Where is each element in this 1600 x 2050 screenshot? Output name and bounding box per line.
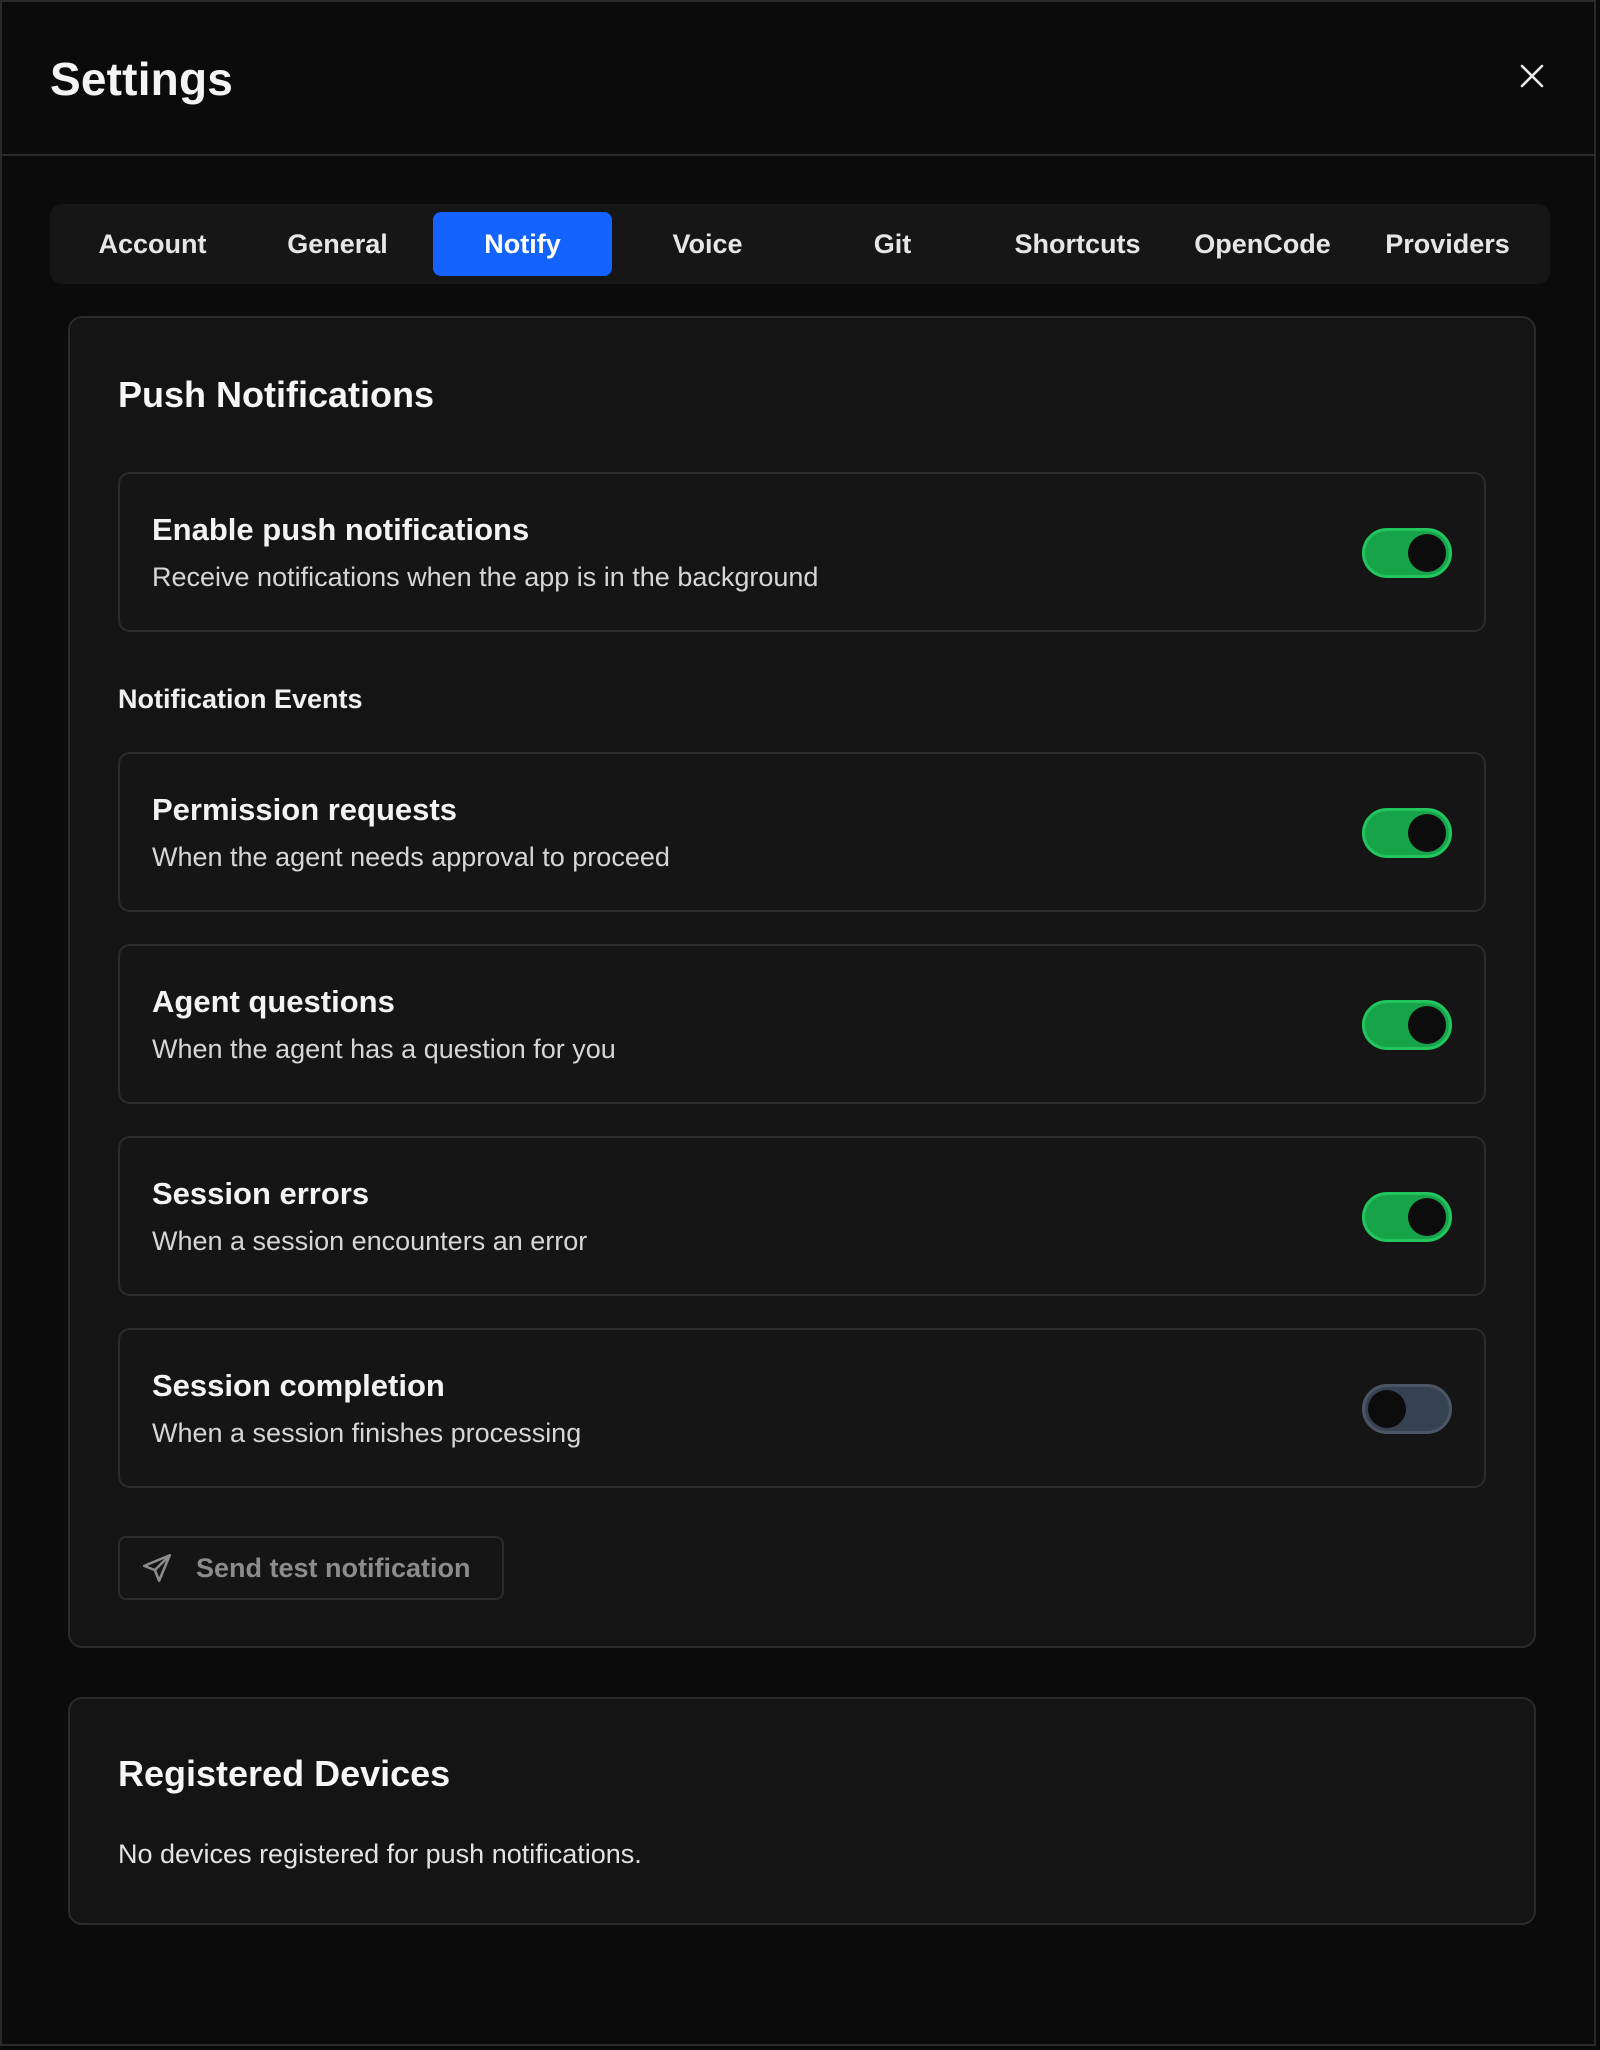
registered-devices-title: Registered Devices bbox=[118, 1753, 451, 1794]
row-title: Session errors bbox=[152, 1176, 370, 1211]
tab-shortcuts[interactable]: Shortcuts bbox=[988, 212, 1167, 276]
tab-git[interactable]: Git bbox=[803, 212, 982, 276]
session-completion-toggle[interactable] bbox=[1362, 1384, 1452, 1434]
session-errors-toggle[interactable] bbox=[1362, 1192, 1452, 1242]
row-description: When a session finishes processing bbox=[152, 1418, 582, 1448]
send-test-notification-label: Send test notification bbox=[196, 1552, 471, 1583]
row-title: Permission requests bbox=[152, 792, 457, 827]
tab-voice[interactable]: Voice bbox=[618, 212, 797, 276]
enable-push-row: Enable push notifications Receive notifi… bbox=[118, 472, 1486, 632]
agent-questions-row: Agent questions When the agent has a que… bbox=[118, 944, 1486, 1104]
tab-account[interactable]: Account bbox=[63, 212, 242, 276]
enable-push-toggle[interactable] bbox=[1362, 528, 1452, 578]
no-devices-text: No devices registered for push notificat… bbox=[118, 1839, 642, 1869]
dialog-header: Settings bbox=[2, 2, 1594, 156]
settings-tabs: Account General Notify Voice Git Shortcu… bbox=[50, 204, 1550, 284]
row-description: When a session encounters an error bbox=[152, 1226, 588, 1256]
registered-devices-card: Registered Devices No devices registered… bbox=[68, 1697, 1536, 1925]
settings-dialog: Settings Account General Notify Voice Gi… bbox=[0, 0, 1596, 2046]
row-description: When the agent needs approval to proceed bbox=[152, 842, 670, 872]
toggle-knob bbox=[1408, 534, 1446, 572]
toggle-knob bbox=[1408, 1198, 1446, 1236]
send-test-notification-button[interactable]: Send test notification bbox=[118, 1536, 504, 1600]
agent-questions-toggle[interactable] bbox=[1362, 1000, 1452, 1050]
dialog-title: Settings bbox=[50, 53, 234, 105]
row-title: Session completion bbox=[152, 1368, 445, 1403]
send-icon bbox=[140, 1551, 174, 1585]
close-icon bbox=[1520, 64, 1544, 88]
push-notifications-title: Push Notifications bbox=[118, 374, 435, 415]
notification-events-label: Notification Events bbox=[118, 684, 363, 714]
tab-opencode[interactable]: OpenCode bbox=[1173, 212, 1352, 276]
push-notifications-card: Push Notifications Enable push notificat… bbox=[68, 316, 1536, 1648]
toggle-knob bbox=[1408, 814, 1446, 852]
row-description: Receive notifications when the app is in… bbox=[152, 562, 819, 592]
toggle-knob bbox=[1368, 1390, 1406, 1428]
permission-requests-row: Permission requests When the agent needs… bbox=[118, 752, 1486, 912]
session-completion-row: Session completion When a session finish… bbox=[118, 1328, 1486, 1488]
row-description: When the agent has a question for you bbox=[152, 1034, 616, 1064]
tab-general[interactable]: General bbox=[248, 212, 427, 276]
tab-providers[interactable]: Providers bbox=[1358, 212, 1537, 276]
tab-notify[interactable]: Notify bbox=[433, 212, 612, 276]
permission-requests-toggle[interactable] bbox=[1362, 808, 1452, 858]
session-errors-row: Session errors When a session encounters… bbox=[118, 1136, 1486, 1296]
row-title: Agent questions bbox=[152, 984, 395, 1019]
toggle-knob bbox=[1408, 1006, 1446, 1044]
close-button[interactable] bbox=[1510, 54, 1554, 98]
row-title: Enable push notifications bbox=[152, 512, 530, 547]
